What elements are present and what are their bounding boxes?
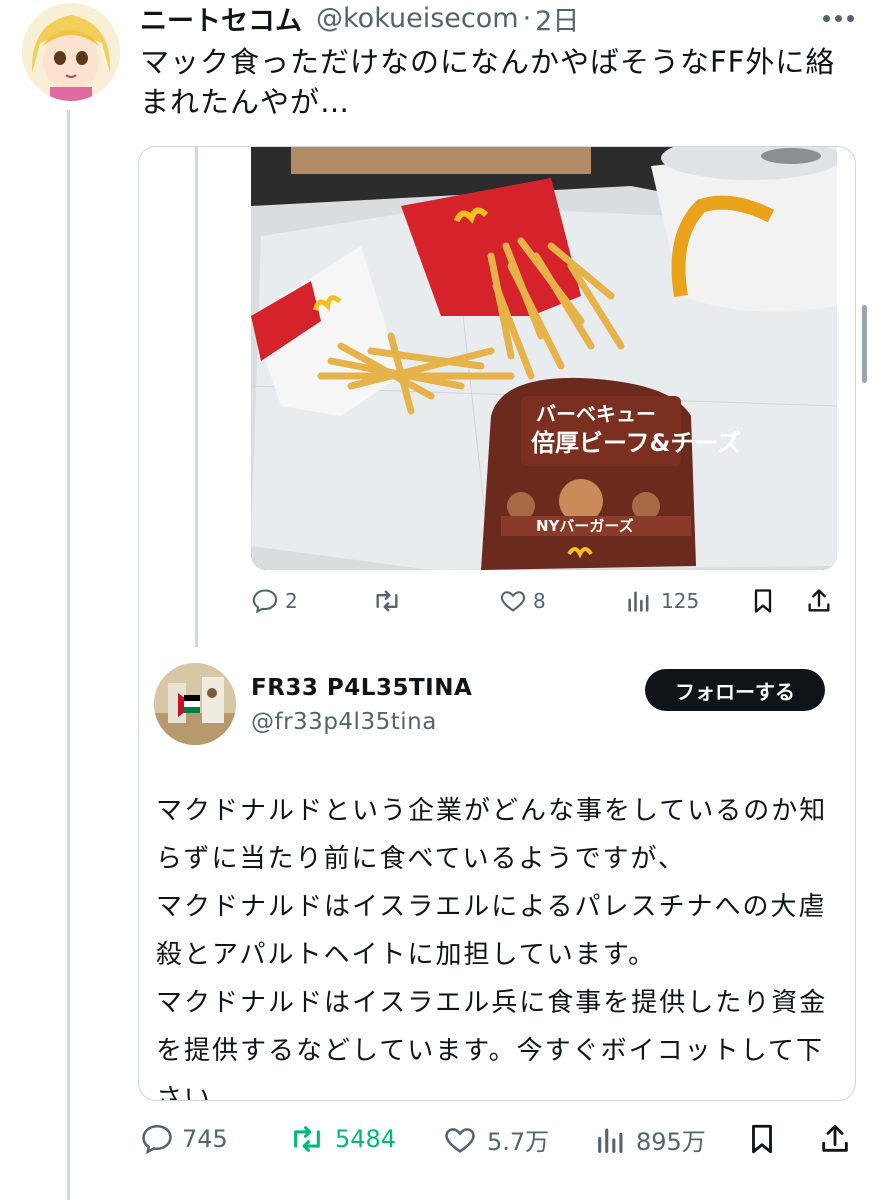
retweet-button[interactable]: 5484 [287,1122,396,1156]
scrollbar[interactable] [862,305,867,383]
like-count: 5.7万 [487,1128,550,1156]
thread-line [67,110,70,1200]
reply-paragraph: マクドナルドという企業がどんな事をしているのか知らずに当たり前に食べているようで… [156,796,828,874]
reply-paragraph: マクドナルドはイスラエル兵に食事を提供したり資金を提供するなどしています。今すぐ… [156,988,828,1101]
views-count: 895万 [636,1128,706,1156]
retweet-icon [376,590,398,612]
share-button[interactable] [818,1122,852,1156]
reply-display-name[interactable]: FR33 P4L35TINA [251,675,472,701]
quoted-photo[interactable]: バーベキュー 倍厚ビーフ&チーズ NYバーガーズ [251,147,837,570]
svg-text:バーベキュー: バーベキュー [536,402,656,426]
quoted-reply-count: 2 [285,589,298,613]
separator: · [522,2,532,34]
heart-icon [445,1127,475,1153]
quoted-reply-button[interactable]: 2 [251,587,298,615]
quoted-like-button[interactable]: 8 [499,587,546,615]
quoted-like-count: 8 [533,589,546,613]
quoted-views-button[interactable]: 125 [625,587,699,615]
reply-text: マクドナルドという企業がどんな事をしているのか知らずに当たり前に食べているようで… [156,787,846,1101]
quoted-views-count: 125 [661,589,700,613]
follow-button[interactable]: フォローする [645,669,825,711]
reply-count: 745 [182,1125,228,1153]
more-icon[interactable] [818,6,858,30]
share-icon [822,1124,848,1152]
bookmark-icon [754,589,772,613]
reply-paragraph: マクドナルドはイスラエルによるパレスチナへの大虐殺とアパルトヘイトに加担していま… [156,892,827,970]
tweet-header: ニートセコム @kokueisecom · 2日 [140,0,579,38]
quote-thread-line [195,147,198,647]
views-icon [628,591,649,612]
share-icon [808,589,830,612]
reply-icon [252,589,278,614]
quoted-retweet-button[interactable] [371,587,409,615]
bookmark-button[interactable] [745,1122,779,1156]
retweet-count: 5484 [335,1125,397,1153]
views-icon [598,1128,623,1153]
reply-avatar[interactable] [154,663,236,745]
quoted-share-button[interactable] [805,587,833,615]
timestamp[interactable]: 2日 [535,0,579,38]
tweet-text: マック食っただけなのになんかやばそうなFF外に絡まれたんやが… [140,45,836,119]
svg-text:NYバーガーズ: NYバーガーズ [536,517,634,535]
reply-icon [142,1124,172,1155]
like-button[interactable]: 5.7万 [443,1122,549,1157]
quoted-bookmark-button[interactable] [749,587,777,615]
heart-icon [500,591,526,612]
retweet-icon [294,1126,320,1152]
quote-card[interactable]: バーベキュー 倍厚ビーフ&チーズ NYバーガーズ 2 8 125 FR33 P4… [138,146,856,1101]
svg-text:倍厚ビーフ&チーズ: 倍厚ビーフ&チーズ [531,429,741,457]
reply-button[interactable]: 745 [140,1122,228,1156]
bookmark-icon [752,1124,772,1154]
display-name[interactable]: ニートセコム [140,0,302,38]
avatar[interactable] [22,3,120,101]
user-handle[interactable]: @kokueisecom [316,3,519,34]
views-button[interactable]: 895万 [594,1122,706,1157]
reply-handle[interactable]: @fr33p4l35tina [251,709,437,735]
